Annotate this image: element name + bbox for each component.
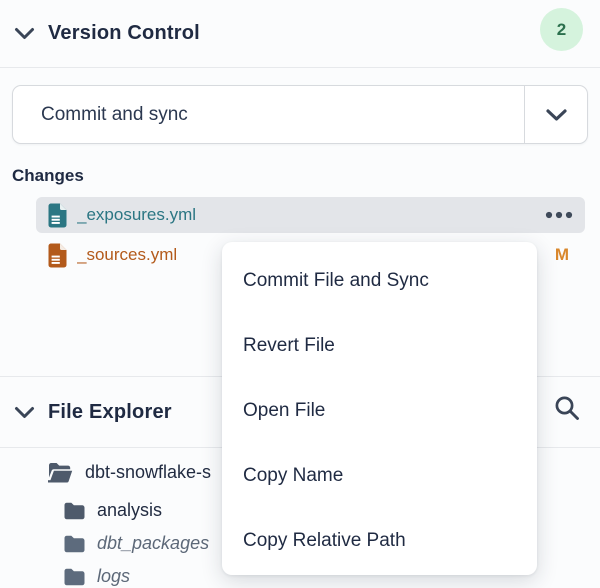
tree-item-label: dbt-snowflake-s — [85, 462, 211, 483]
folder-icon — [64, 568, 85, 586]
chevron-down-icon — [545, 108, 568, 122]
ellipsis-icon — [545, 211, 573, 219]
menu-item-open-file[interactable]: Open File — [222, 378, 537, 443]
file-explorer-title: File Explorer — [48, 401, 172, 424]
changes-count-badge: 2 — [540, 8, 583, 51]
menu-item-copy-relative-path[interactable]: Copy Relative Path — [222, 508, 537, 573]
menu-item-commit-file-and-sync[interactable]: Commit File and Sync — [222, 248, 537, 313]
collapse-version-control-button[interactable] — [12, 22, 36, 46]
tree-item-logs[interactable]: logs — [64, 566, 130, 587]
file-context-menu: Commit File and Sync Revert File Open Fi… — [222, 242, 537, 575]
collapse-file-explorer-button[interactable] — [12, 400, 36, 424]
tree-item-project-root[interactable]: dbt-snowflake-s — [48, 462, 211, 483]
version-control-title: Version Control — [48, 22, 200, 45]
tree-item-label: dbt_packages — [97, 533, 209, 554]
folder-icon — [64, 535, 85, 553]
folder-icon — [64, 502, 85, 520]
yaml-file-icon — [48, 243, 67, 268]
commit-action-label: Commit and sync — [13, 86, 524, 143]
menu-item-copy-name[interactable]: Copy Name — [222, 443, 537, 508]
file-more-actions-button[interactable] — [543, 207, 575, 223]
version-control-header: Version Control 2 — [0, 0, 600, 68]
changed-file-row[interactable]: _exposures.yml — [36, 197, 585, 233]
modified-status-badge: M — [555, 245, 569, 265]
commit-action-caret-button[interactable] — [524, 86, 587, 143]
yaml-file-icon — [48, 203, 67, 228]
chevron-down-icon — [14, 27, 35, 40]
tree-item-label: logs — [97, 566, 130, 587]
chevron-down-icon — [14, 406, 35, 419]
file-search-button[interactable] — [550, 391, 584, 425]
folder-open-icon — [48, 462, 73, 483]
tree-item-label: analysis — [97, 500, 162, 521]
commit-action-dropdown[interactable]: Commit and sync — [12, 85, 588, 144]
version-control-panel: Version Control 2 Commit and sync Change… — [0, 0, 600, 588]
changed-file-name: _exposures.yml — [77, 205, 543, 225]
tree-item-analysis[interactable]: analysis — [64, 500, 162, 521]
menu-item-revert-file[interactable]: Revert File — [222, 313, 537, 378]
tree-item-dbt-packages[interactable]: dbt_packages — [64, 533, 209, 554]
search-icon — [553, 394, 581, 422]
changes-section-label: Changes — [12, 166, 84, 186]
